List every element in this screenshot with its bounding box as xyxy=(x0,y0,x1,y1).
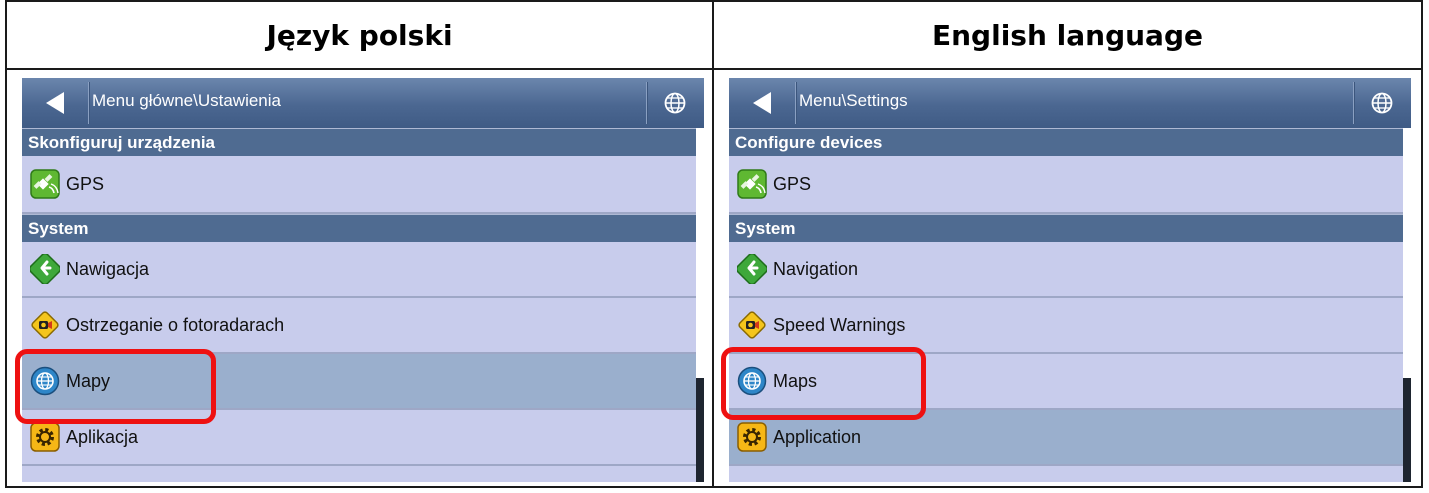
menu-item-label: Application xyxy=(773,426,862,447)
gear-icon xyxy=(30,422,60,452)
speed-camera-warning-icon xyxy=(737,310,767,340)
titlebar-separator xyxy=(646,82,647,124)
menu-item-speed-camera[interactable]: Ostrzeganie o fotoradarach xyxy=(22,298,704,354)
menu-item-gps[interactable]: GPS xyxy=(22,156,704,214)
menu-item-label: GPS xyxy=(66,173,105,194)
breadcrumb: Menu\Settings xyxy=(799,91,908,110)
back-button[interactable] xyxy=(22,78,88,128)
scrollbar-thumb[interactable] xyxy=(696,378,704,482)
section-header-system: System xyxy=(22,214,704,242)
titlebar-separator xyxy=(795,82,796,124)
menu-item-label: Ostrzeganie o fotoradarach xyxy=(66,314,285,335)
language-button[interactable] xyxy=(1357,78,1407,128)
globe-icon xyxy=(1371,92,1393,114)
back-arrow-icon xyxy=(753,92,771,114)
scrollbar-thumb[interactable] xyxy=(1403,378,1411,482)
menu-item-label: Navigation xyxy=(773,258,859,279)
menu-item-label: Nawigacja xyxy=(66,258,150,279)
menu-item-navigation[interactable]: Nawigacja xyxy=(22,242,704,298)
menu-item-gps[interactable]: GPS xyxy=(729,156,1411,214)
gps-satellite-icon xyxy=(30,169,60,199)
section-header-system: System xyxy=(729,214,1411,242)
back-arrow-icon xyxy=(46,92,64,114)
globe-icon xyxy=(664,92,686,114)
menu-item-label: Aplikacja xyxy=(66,426,139,447)
header-divider xyxy=(5,68,1423,70)
title-bar: Menu\Settings xyxy=(729,78,1411,128)
menu-item-label: GPS xyxy=(773,173,812,194)
section-header-devices: Skonfiguruj urządzenia xyxy=(22,128,704,156)
title-bar: Menu główne\Ustawienia xyxy=(22,78,704,128)
gear-icon xyxy=(737,422,767,452)
header-polish: Język polski xyxy=(266,18,453,52)
scrollbar[interactable] xyxy=(1403,128,1411,482)
breadcrumb: Menu główne\Ustawienia xyxy=(92,91,281,110)
menu-item-speed-warnings[interactable]: Speed Warnings xyxy=(729,298,1411,354)
section-header-devices: Configure devices xyxy=(729,128,1411,156)
speed-camera-warning-icon xyxy=(30,310,60,340)
highlight-box-maps xyxy=(721,347,926,420)
scrollbar[interactable] xyxy=(696,128,704,482)
titlebar-separator xyxy=(1353,82,1354,124)
highlight-box-mapy xyxy=(15,349,216,424)
navigation-arrow-icon xyxy=(30,254,60,284)
header-english: English language xyxy=(932,18,1203,52)
titlebar-separator xyxy=(88,82,89,124)
navigation-arrow-icon xyxy=(737,254,767,284)
column-divider xyxy=(712,0,714,488)
back-button[interactable] xyxy=(729,78,795,128)
device-screen-english: Menu\Settings Configure devices GPS Syst… xyxy=(729,78,1411,482)
language-button[interactable] xyxy=(650,78,700,128)
menu-item-navigation[interactable]: Navigation xyxy=(729,242,1411,298)
menu-item-label: Speed Warnings xyxy=(773,314,906,335)
gps-satellite-icon xyxy=(737,169,767,199)
